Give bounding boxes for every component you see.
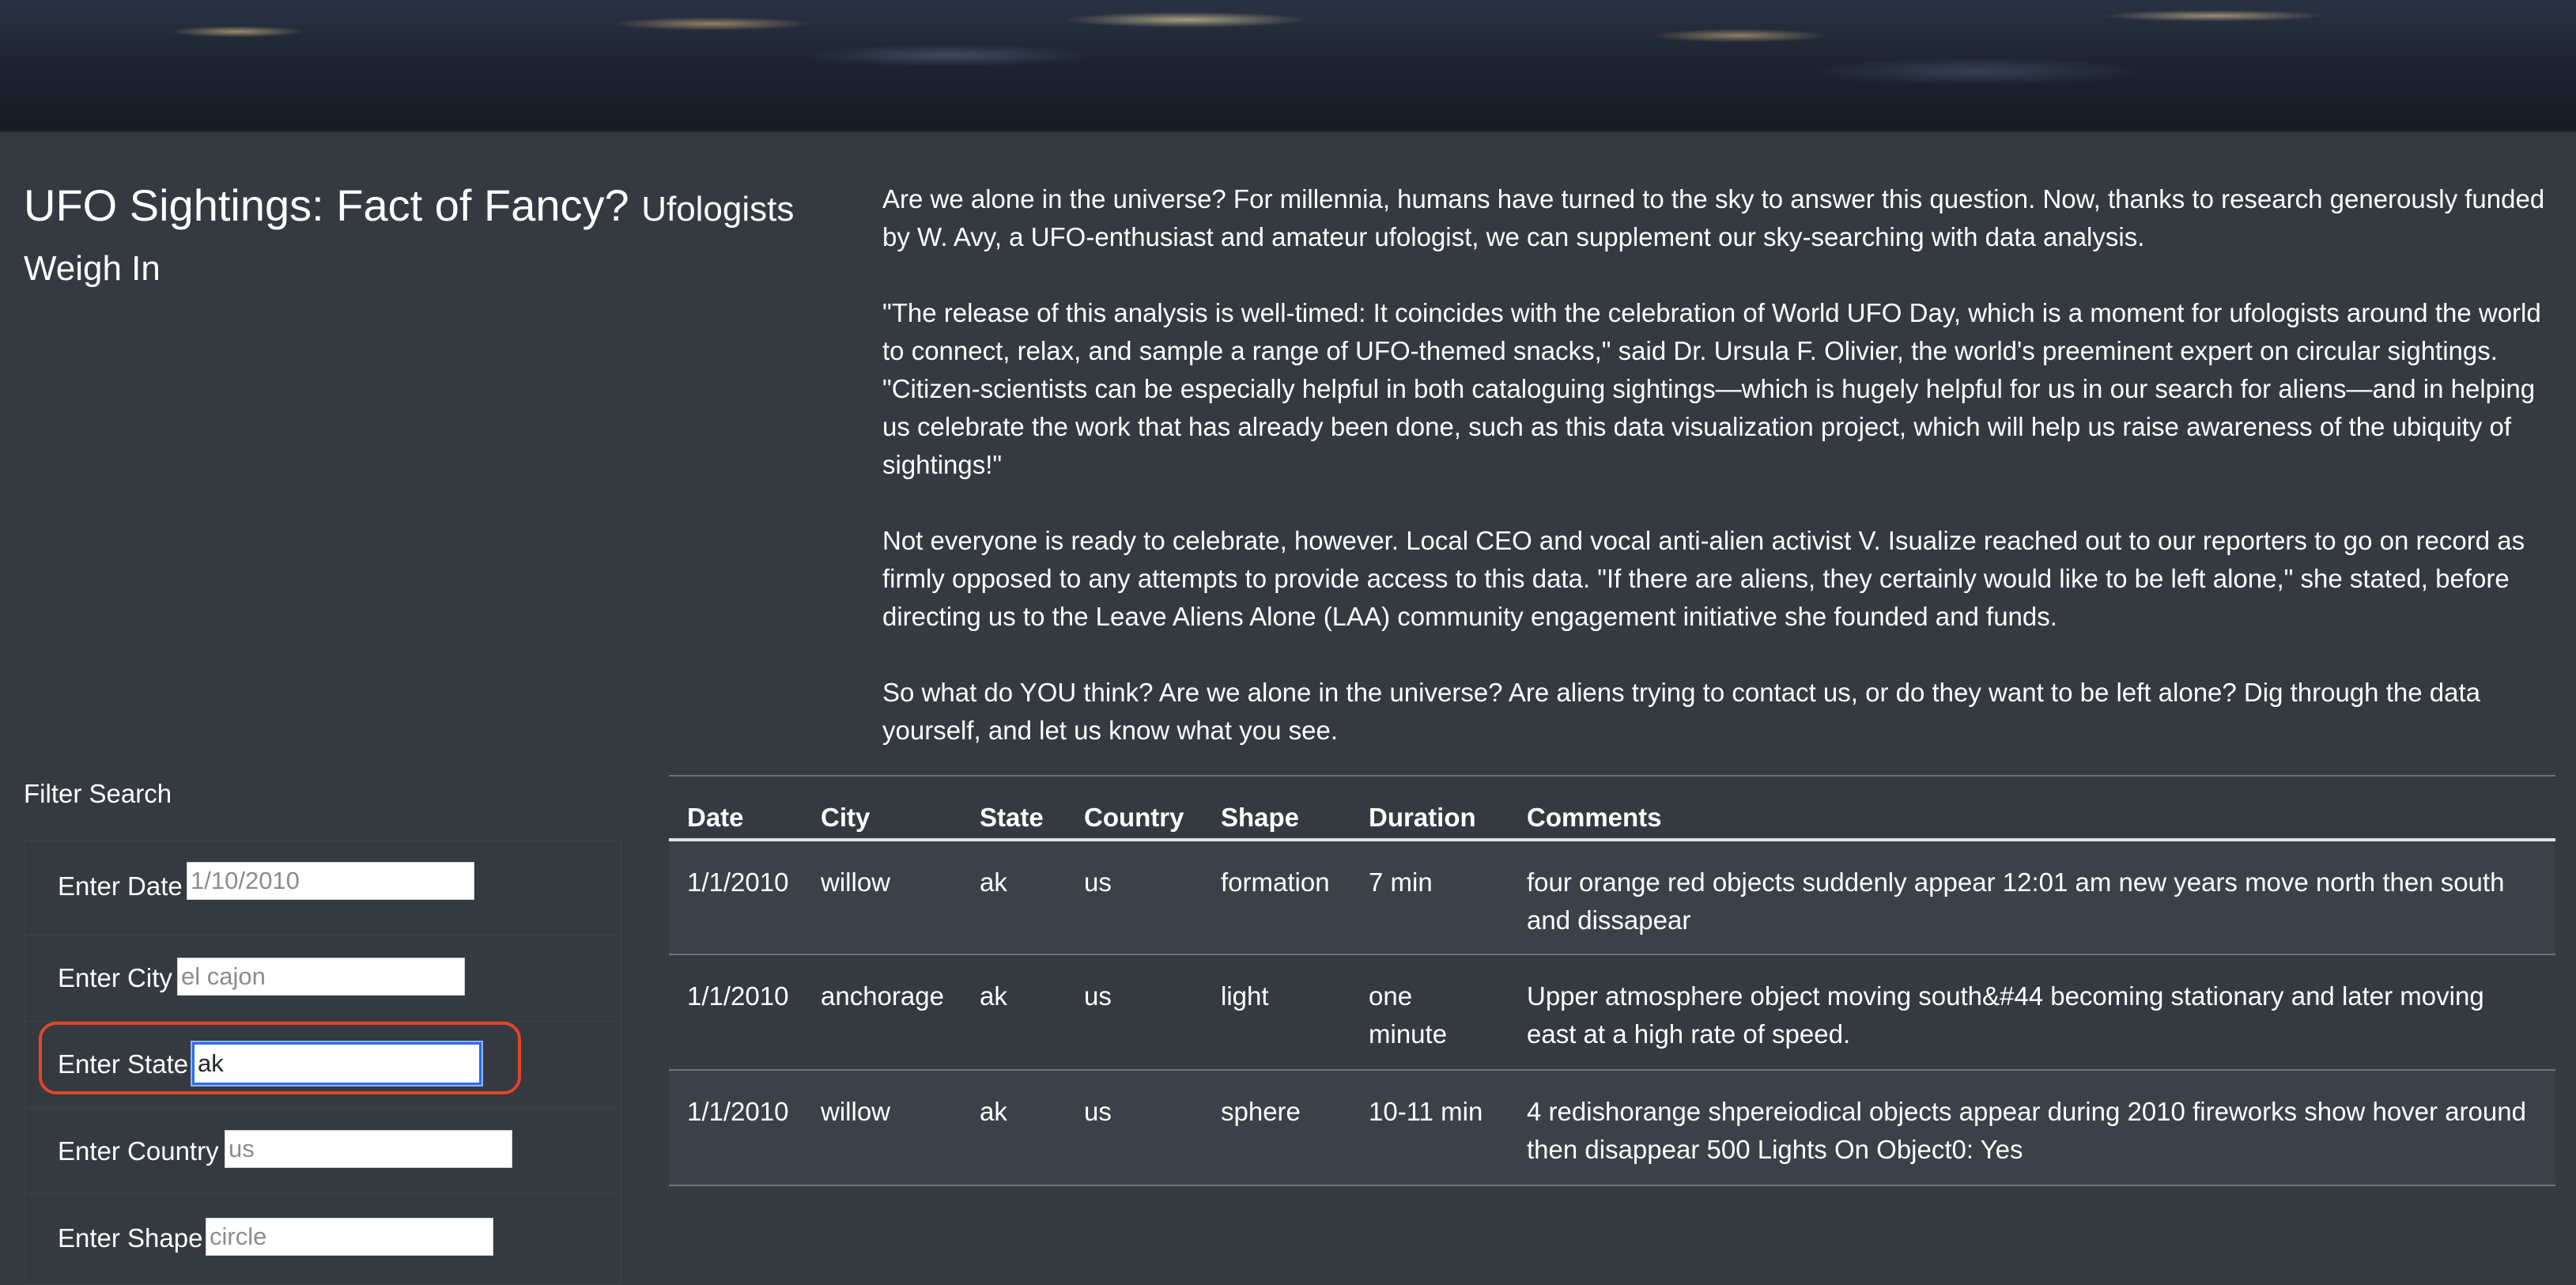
hero-banner-image xyxy=(0,0,2576,132)
cell-duration-line: one xyxy=(1369,981,1413,1011)
cell-comments-line: 4 redishorange shpereiodical objects app… xyxy=(1527,1097,2526,1126)
page-title: UFO Sightings: Fact of Fancy? Ufologists… xyxy=(24,178,806,297)
filter-item-date: Enter Date xyxy=(25,841,621,935)
cell-duration: one minute xyxy=(1369,977,1447,1053)
filter-item-shape: Enter Shape xyxy=(25,1194,621,1284)
table-row: 1/1/2010 willow ak us formation 7 min fo… xyxy=(669,841,2555,955)
column-header-state: State xyxy=(980,803,1044,832)
country-input[interactable] xyxy=(225,1130,512,1168)
article-body: Are we alone in the universe? For millen… xyxy=(882,180,2559,788)
cell-city: willow xyxy=(821,1097,891,1126)
filter-item-state: Enter State xyxy=(25,1022,621,1108)
filter-item-country: Enter Country xyxy=(25,1108,621,1194)
filter-search-heading: Filter Search xyxy=(24,779,172,808)
cell-date: 1/1/2010 xyxy=(687,981,789,1011)
filter-label-shape: Enter Shape xyxy=(58,1223,203,1253)
cell-comments: Upper atmosphere object moving south&#44… xyxy=(1527,977,2484,1053)
cell-comments-line: Upper atmosphere object moving south&#44… xyxy=(1527,981,2484,1011)
cell-comments: 4 redishorange shpereiodical objects app… xyxy=(1527,1093,2526,1169)
filter-label-city: Enter City xyxy=(58,963,172,992)
cell-country: us xyxy=(1084,1097,1112,1126)
cell-date: 1/1/2010 xyxy=(687,867,789,897)
filter-item-city: Enter City xyxy=(25,935,621,1022)
cell-state: ak xyxy=(980,1097,1007,1126)
cell-comments-line: then disappear 500 Lights On Object0: Ye… xyxy=(1527,1135,2023,1164)
cell-date: 1/1/2010 xyxy=(687,1097,789,1126)
filter-label-country: Enter Country xyxy=(58,1136,219,1166)
column-header-city: City xyxy=(821,803,871,832)
state-input[interactable] xyxy=(192,1042,482,1085)
cell-comments-line: east at a high rate of speed. xyxy=(1527,1019,1851,1049)
filter-label-date: Enter Date xyxy=(58,871,183,901)
cell-duration: 10-11 min xyxy=(1369,1097,1483,1126)
cell-duration-line: minute xyxy=(1369,1019,1448,1049)
cell-state: ak xyxy=(980,981,1007,1011)
article-paragraph: So what do YOU think? Are we alone in th… xyxy=(882,678,2480,745)
cell-country: us xyxy=(1084,867,1112,897)
cell-shape: light xyxy=(1221,981,1269,1011)
cell-duration: 7 min xyxy=(1369,867,1433,897)
filter-list: Enter Date Enter City Enter State Enter … xyxy=(24,841,621,1285)
column-header-shape: Shape xyxy=(1221,803,1300,832)
article-paragraph: Not everyone is ready to celebrate, howe… xyxy=(882,526,2525,631)
article-paragraph: "The release of this analysis is well-ti… xyxy=(882,298,2541,479)
cell-city: willow xyxy=(821,867,891,897)
city-input[interactable] xyxy=(177,958,465,996)
date-input[interactable] xyxy=(187,862,474,900)
shape-input[interactable] xyxy=(206,1218,493,1256)
cell-comments: four orange red objects suddenly appear … xyxy=(1527,864,2504,939)
cell-state: ak xyxy=(980,867,1007,897)
cell-shape: formation xyxy=(1221,867,1330,897)
cell-comments-line: and dissapear xyxy=(1527,905,1691,935)
table-header: Date City State Country Shape Duration C… xyxy=(669,777,2555,841)
cell-comments-line: four orange red objects suddenly appear … xyxy=(1527,867,2505,897)
column-header-duration: Duration xyxy=(1369,803,1476,832)
cell-city: anchorage xyxy=(821,981,944,1011)
column-header-comments: Comments xyxy=(1527,803,1662,832)
article-paragraph: Are we alone in the universe? For millen… xyxy=(882,184,2545,251)
table-row: 1/1/2010 anchorage ak us light one minut… xyxy=(669,955,2555,1071)
cell-country: us xyxy=(1084,981,1112,1011)
ufo-table: Date City State Country Shape Duration C… xyxy=(669,775,2555,1200)
cell-shape: sphere xyxy=(1221,1097,1301,1126)
page-title-main: UFO Sightings: Fact of Fancy? xyxy=(24,180,629,230)
column-header-date: Date xyxy=(687,803,744,832)
table-row: 1/1/2010 willow ak us sphere 10-11 min 4… xyxy=(669,1071,2555,1186)
filter-label-state: Enter State xyxy=(58,1049,189,1079)
column-header-country: Country xyxy=(1084,803,1184,832)
